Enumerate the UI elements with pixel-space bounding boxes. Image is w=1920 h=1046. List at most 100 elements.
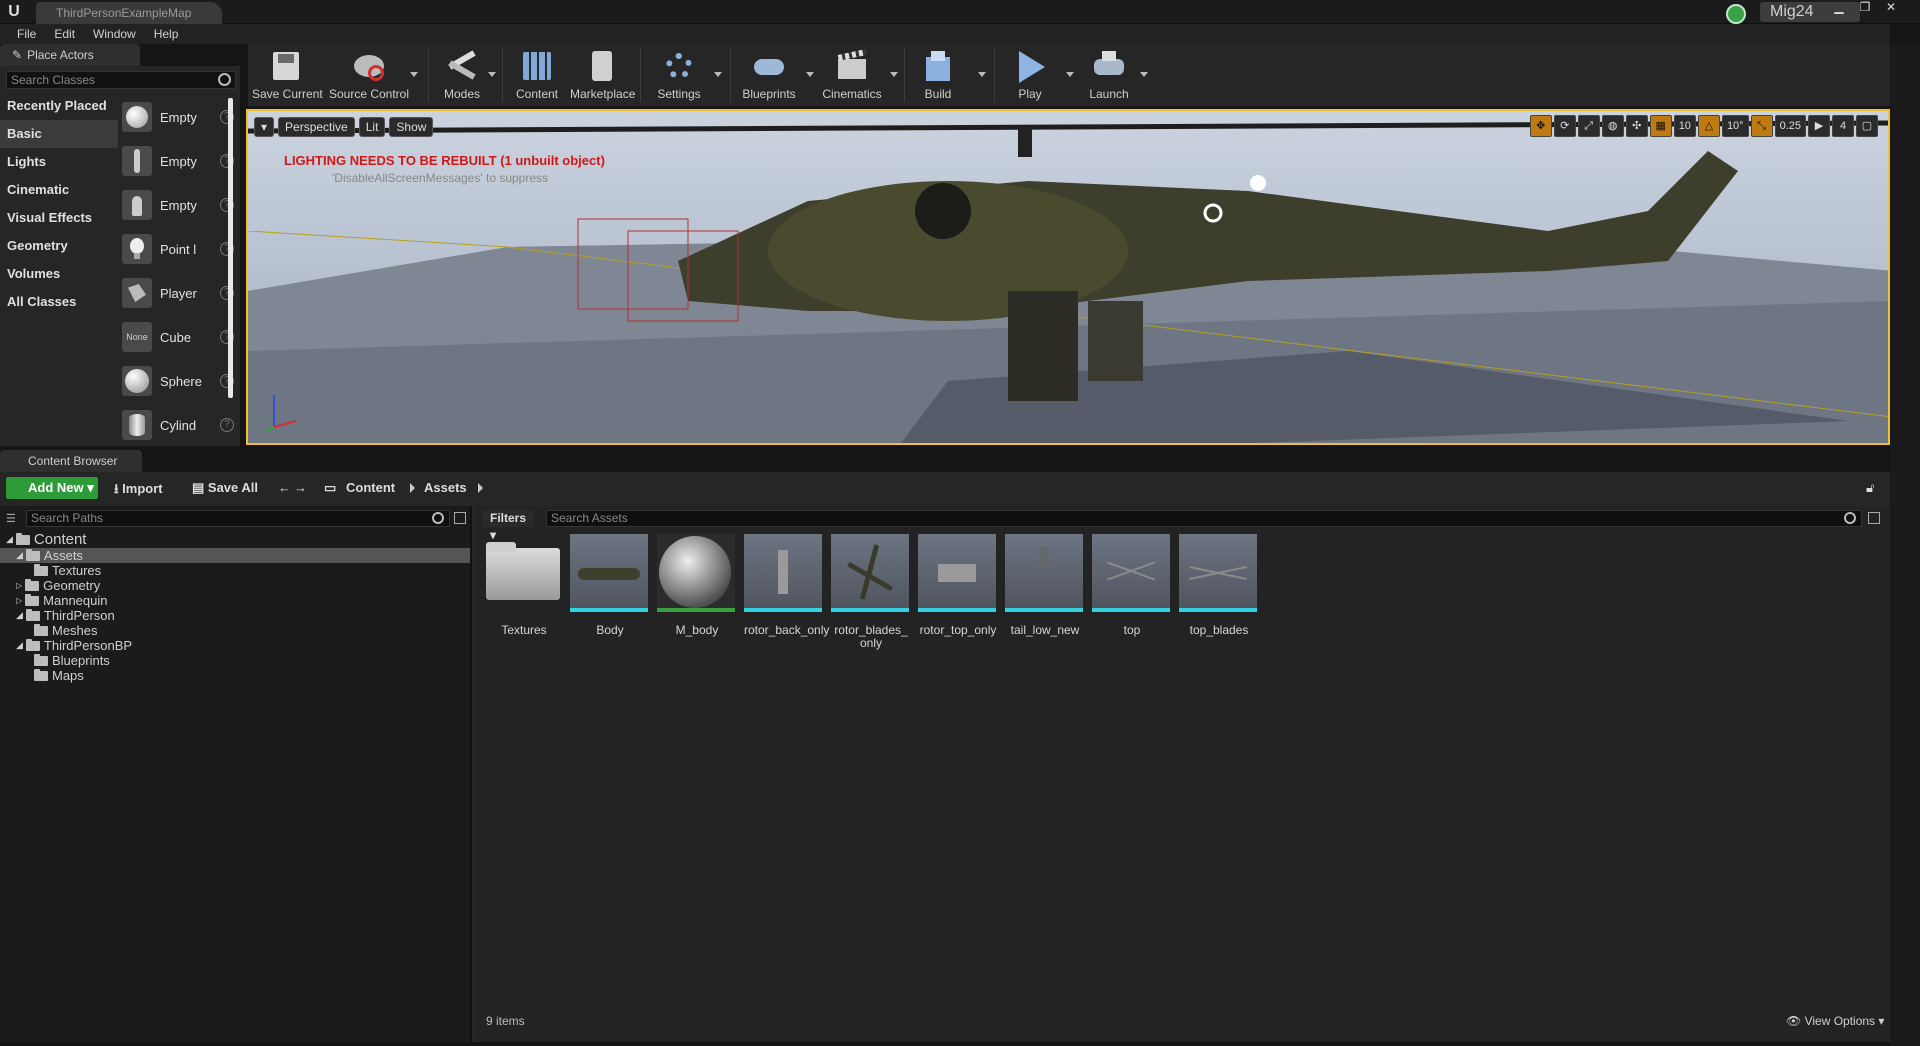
actor-item-cube[interactable]: None Cube ? [122,316,234,358]
menu-help[interactable]: Help [145,24,188,44]
help-icon[interactable]: ? [220,418,234,432]
path-options-icon[interactable] [454,512,466,524]
actor-item-empty-actor[interactable]: Empty ? [122,96,234,138]
scale-icon[interactable]: ⤢ [1577,115,1600,137]
rotation-snap-value[interactable]: 10° [1721,115,1749,137]
category-basic[interactable]: Basic [0,120,118,148]
grid-snap-value[interactable]: 10 [1673,115,1696,137]
filters-button[interactable]: Filters ▾ [482,510,534,542]
actor-item-empty-pawn[interactable]: Empty ? [122,184,234,226]
asset-tile-textures[interactable]: Textures [484,534,564,637]
map-tab[interactable]: ThirdPersonExampleMap [36,2,222,24]
content-button[interactable]: Content [510,44,564,106]
show-button[interactable]: Show [389,117,434,137]
search-paths-input[interactable]: Search Paths [26,510,450,527]
asset-tile-rotor-blades-only[interactable]: rotor_blades_ only [831,534,911,650]
source-control-button[interactable]: Source Control [328,44,410,106]
translate-icon[interactable]: ✥ [1529,115,1552,137]
asset-tile-top-blades[interactable]: top_blades [1179,534,1259,637]
blueprints-button[interactable]: Blueprints [738,44,800,106]
menu-file[interactable]: File [8,24,45,44]
breadcrumb-separator-icon[interactable] [410,483,415,493]
save-current-button[interactable]: Save Current [252,44,323,106]
world-space-icon[interactable]: ◍ [1601,115,1624,137]
play-button[interactable]: Play [1002,44,1058,106]
tree-item-blueprints[interactable]: Blueprints [34,653,110,668]
sources-toggle-icon[interactable]: ☰ [6,512,20,525]
asset-tile-body[interactable]: Body [570,534,650,637]
tree-item-meshes[interactable]: Meshes [34,623,98,638]
camera-speed-value[interactable]: 4 [1832,115,1854,137]
content-browser-tab[interactable]: Content Browser [0,450,142,472]
marketplace-button[interactable]: Marketplace [570,44,635,106]
camera-speed-icon[interactable]: ▶ [1808,115,1830,137]
tree-item-thirdpersonbp[interactable]: ◢ ThirdPersonBP [16,638,132,653]
settings-button[interactable]: Settings [648,44,710,106]
actor-item-point-light[interactable]: Point l ? [122,228,234,270]
level-viewport[interactable]: ▾ Perspective Lit Show LIGHTING NEEDS TO… [246,109,1890,445]
lock-icon[interactable]: 🔓︎ [1866,480,1874,496]
settings-dropdown-icon[interactable] [714,72,722,77]
asset-tile-top[interactable]: top [1092,534,1172,637]
surface-snap-icon[interactable]: ✣ [1625,115,1648,137]
expand-arrow-icon[interactable]: ◢ [16,638,23,653]
grid-snap-icon[interactable]: ▦ [1649,115,1672,137]
collapsed-arrow-icon[interactable]: ▷ [16,593,22,608]
build-button[interactable]: Build [910,44,966,106]
view-options-button[interactable]: 👁︎ View Options ▾ [1786,1014,1884,1028]
modes-dropdown-icon[interactable] [488,72,496,77]
breadcrumb-separator-icon[interactable] [478,483,483,493]
tree-item-assets[interactable]: ◢ Assets [0,548,470,563]
launch-button[interactable]: Launch [1078,44,1140,106]
collapsed-arrow-icon[interactable]: ▷ [16,578,22,593]
minimize-icon[interactable]: ▁ [1826,0,1852,16]
tree-item-maps[interactable]: Maps [34,668,84,683]
tree-item-thirdperson[interactable]: ◢ ThirdPerson [16,608,115,623]
category-geometry[interactable]: Geometry [0,232,118,260]
restore-icon[interactable]: ❐ [1852,0,1878,16]
rotate-icon[interactable]: ⟳ [1553,115,1576,137]
expand-arrow-icon[interactable]: ◢ [16,548,23,563]
category-all-classes[interactable]: All Classes [0,288,118,316]
tree-item-content[interactable]: ◢ Content [6,532,86,547]
expand-arrow-icon[interactable]: ◢ [16,608,23,623]
breadcrumb-assets[interactable]: Assets [424,480,467,495]
tree-item-geometry[interactable]: ▷ Geometry [16,578,100,593]
menu-edit[interactable]: Edit [45,24,84,44]
rotation-snap-icon[interactable]: △ [1697,115,1720,137]
viewport-menu-button[interactable]: ▾ [254,117,275,137]
forward-arrow-icon[interactable]: → [294,480,307,495]
category-volumes[interactable]: Volumes [0,260,118,288]
cinematics-button[interactable]: Cinematics [818,44,886,106]
asset-tile-tail-low-new[interactable]: tail_low_new [1005,534,1085,637]
asset-tile-rotor-top-only[interactable]: rotor_top_only [918,534,998,637]
place-actors-tab[interactable]: ✎ Place Actors [0,44,140,66]
category-cinematic[interactable]: Cinematic [0,176,118,204]
breadcrumb-content[interactable]: Content [346,480,395,495]
save-all-button[interactable]: ▤ Save All [192,480,258,496]
actor-item-cylinder[interactable]: Cylind ? [122,404,234,446]
scale-snap-value[interactable]: 0.25 [1774,115,1806,137]
menu-window[interactable]: Window [84,24,145,44]
scale-snap-icon[interactable]: ⤡ [1750,115,1773,137]
source-control-dropdown-icon[interactable] [410,72,418,77]
launch-dropdown-icon[interactable] [1140,72,1148,77]
actor-item-empty-character[interactable]: Empty ? [122,140,234,182]
category-visual-effects[interactable]: Visual Effects [0,204,118,232]
actor-item-sphere[interactable]: Sphere ? [122,360,234,402]
category-recently-placed[interactable]: Recently Placed [0,92,118,120]
tree-item-mannequin[interactable]: ▷ Mannequin [16,593,107,608]
expand-arrow-icon[interactable]: ◢ [6,532,13,547]
build-dropdown-icon[interactable] [978,72,986,77]
asset-tile-m-body[interactable]: M_body [657,534,737,637]
actor-item-player-start[interactable]: Player ? [122,272,234,314]
import-button[interactable]: ⭳ Import [114,480,163,502]
search-classes-input[interactable]: Search Classes [6,71,236,89]
maximize-viewport-icon[interactable]: ▢ [1856,115,1878,137]
perspective-button[interactable]: Perspective [278,117,355,137]
play-dropdown-icon[interactable] [1066,72,1074,77]
save-search-icon[interactable] [1868,512,1880,524]
search-assets-input[interactable]: Search Assets [546,510,1862,527]
blueprints-dropdown-icon[interactable] [806,72,814,77]
modes-button[interactable]: Modes [434,44,490,106]
